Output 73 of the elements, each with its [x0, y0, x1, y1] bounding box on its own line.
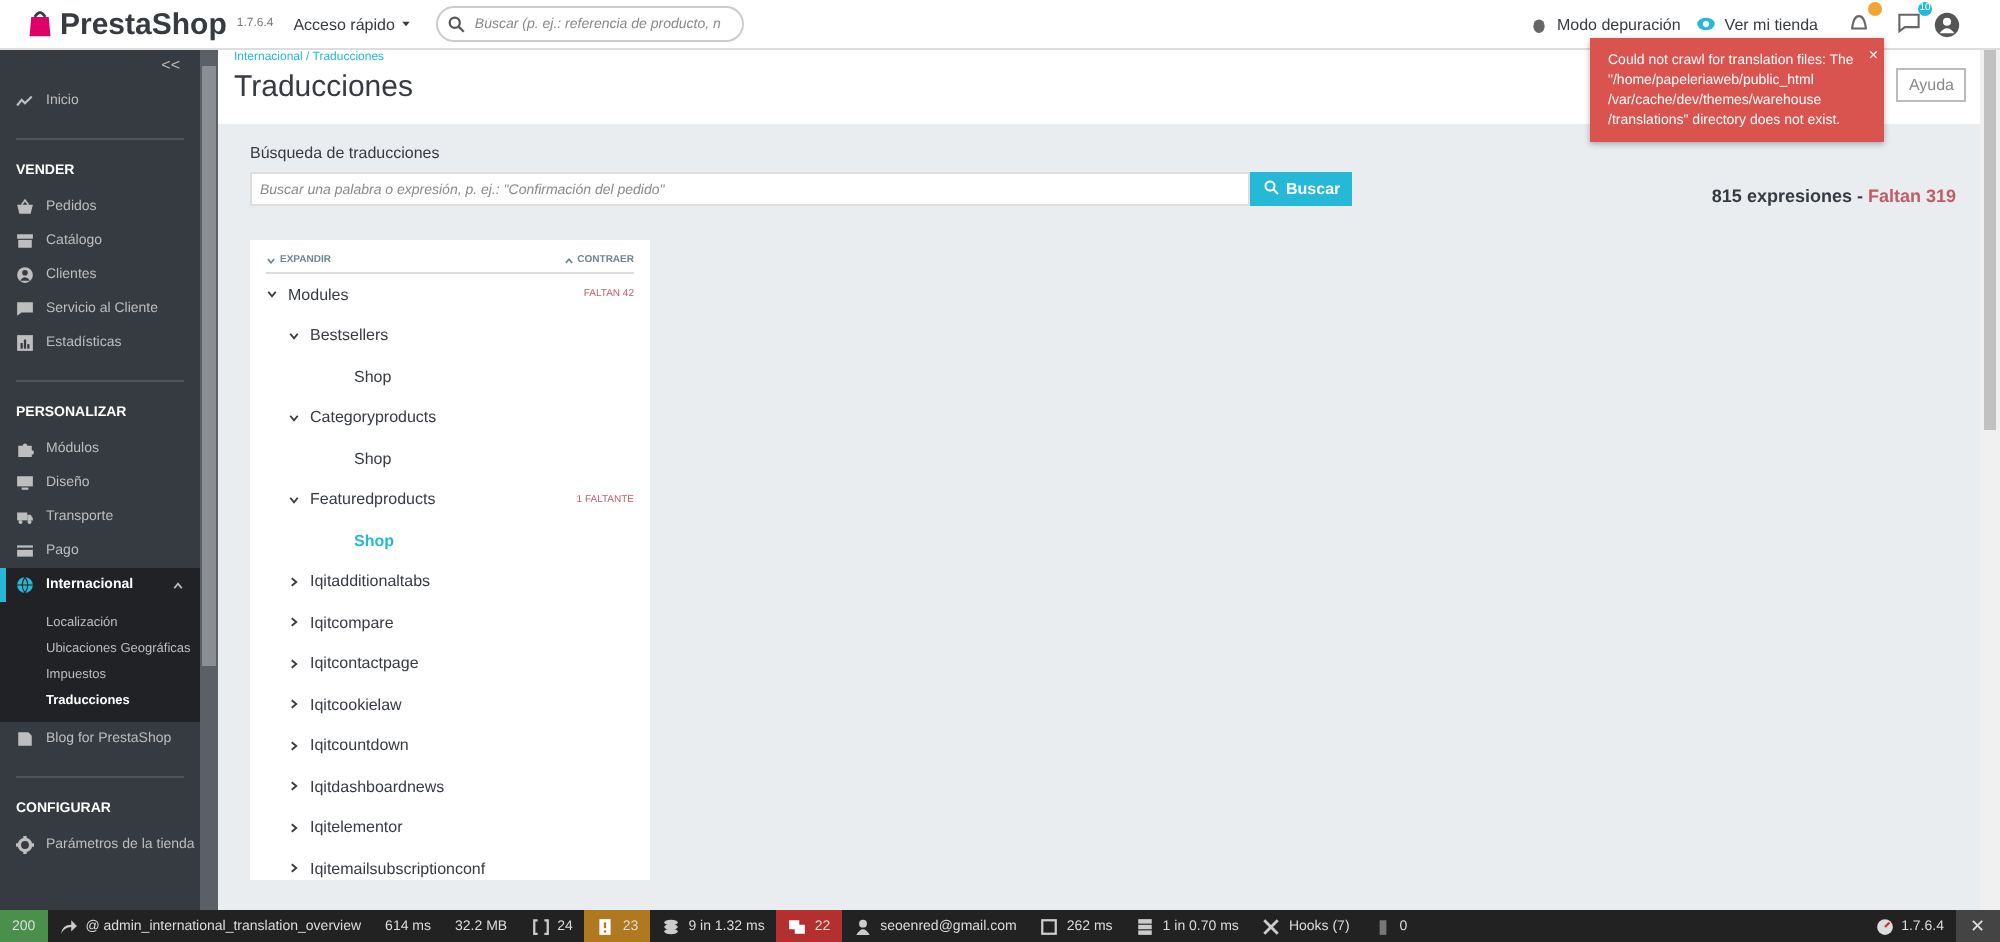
tree-item[interactable]: Shop	[266, 438, 634, 479]
server-icon	[1136, 917, 1155, 935]
template-icon	[1040, 917, 1059, 935]
tree-item[interactable]: Categoryproducts	[266, 397, 634, 438]
monitor-icon	[16, 474, 34, 492]
chevron-right-icon	[288, 575, 300, 588]
chevron-right-icon	[288, 616, 300, 629]
tree-item[interactable]: Iqitcookielaw	[266, 684, 634, 725]
chat-icon	[16, 300, 34, 318]
tree-item[interactable]: Shop	[266, 356, 634, 397]
collapse-sidebar-button[interactable]: <<	[0, 56, 200, 84]
chevron-down-icon	[288, 493, 300, 506]
search-icon	[448, 15, 467, 33]
chevron-right-icon	[288, 739, 300, 752]
chevron-right-icon	[288, 657, 300, 670]
tree-item[interactable]: Iqitelementor	[266, 807, 634, 848]
bar-chart-icon	[16, 334, 34, 352]
credit-card-icon	[16, 542, 34, 560]
shopping-bag-icon	[26, 8, 54, 40]
storefront-icon	[16, 232, 34, 250]
help-button[interactable]: Ayuda	[1896, 68, 1966, 102]
chevron-right-icon	[288, 862, 300, 875]
avatar-icon	[1934, 11, 1960, 37]
close-button[interactable]: ×	[1868, 46, 1878, 66]
quick-access-menu[interactable]: Acceso rápido	[293, 15, 413, 33]
chevron-up-icon	[563, 255, 574, 265]
page-title: Traducciones	[234, 70, 413, 104]
tree-item[interactable]: Iqitcontactpage	[266, 643, 634, 684]
tools-icon	[1262, 917, 1281, 935]
tree-item[interactable]: Bestsellers	[266, 315, 634, 356]
search-label: Búsqueda de traducciones	[250, 144, 442, 162]
user-icon	[854, 917, 873, 935]
brackets-icon	[531, 917, 550, 935]
tree-item[interactable]: Iqitdashboardnews	[266, 766, 634, 807]
chevron-down-icon	[288, 411, 300, 424]
bell-icon	[1848, 11, 1870, 33]
alert-icon	[596, 917, 615, 935]
scrollbar-thumb[interactable]	[1984, 50, 1996, 430]
line-chart-icon	[16, 92, 34, 110]
chat-icon	[1898, 11, 1920, 33]
chevron-right-icon	[288, 780, 300, 793]
debug-mode-link[interactable]: Modo depuración	[1556, 15, 1681, 33]
chevron-down-icon	[266, 255, 276, 265]
search-icon	[1264, 180, 1280, 196]
notification-dot	[1868, 1, 1882, 15]
database-icon	[662, 917, 681, 935]
scrollbar-thumb[interactable]	[202, 66, 216, 666]
basket-icon	[16, 198, 34, 216]
expression-count: 815 expresiones - Faltan 319	[1711, 186, 1956, 206]
tree-item[interactable]: Iqitcompare	[266, 602, 634, 643]
caret-down-icon	[400, 18, 413, 30]
cards-icon	[788, 917, 807, 935]
chevron-right-icon	[288, 698, 300, 711]
share-arrow-icon	[59, 917, 78, 935]
tree-item[interactable]: Iqitcountdown	[266, 725, 634, 766]
chevron-down-icon	[266, 288, 278, 301]
globe-icon	[16, 576, 34, 594]
user-icon	[16, 266, 34, 284]
gear-icon	[16, 836, 34, 854]
tree-item[interactable]: Iqitadditionaltabs	[266, 561, 634, 602]
chevron-icon	[172, 579, 184, 591]
truck-icon	[16, 508, 34, 526]
chevron-down-icon	[288, 329, 300, 342]
chevron-right-icon	[288, 821, 300, 834]
tree-item[interactable]: Iqitemailsubscriptionconf	[266, 848, 634, 880]
document-icon	[16, 730, 34, 748]
puzzle-icon	[16, 440, 34, 458]
close-button[interactable]: ✕	[1956, 910, 2000, 942]
gauge-icon	[1875, 917, 1894, 935]
view-store-link[interactable]: Ver mi tienda	[1724, 15, 1818, 33]
logo[interactable]: PrestaShop	[60, 7, 227, 41]
bug-icon	[1530, 15, 1549, 33]
eye-icon	[1696, 14, 1717, 34]
